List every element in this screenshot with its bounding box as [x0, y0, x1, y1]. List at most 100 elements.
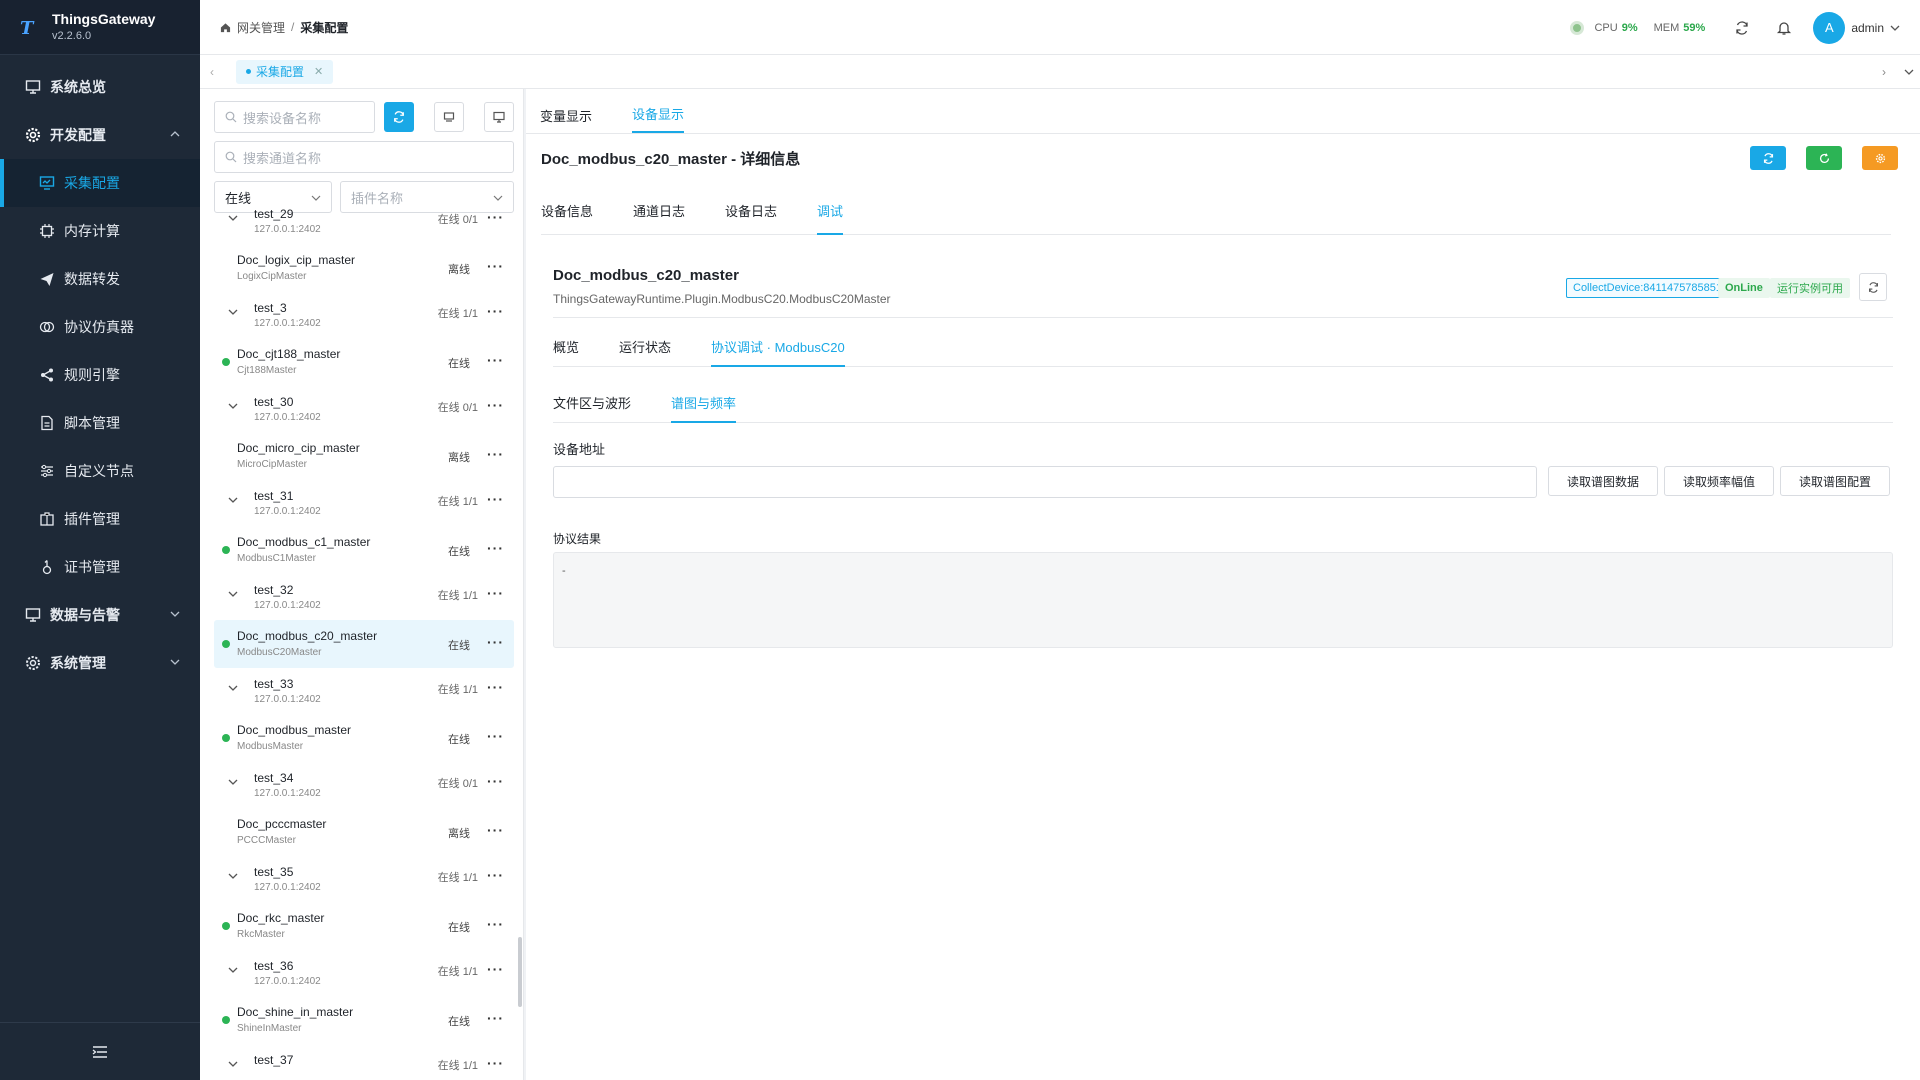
- sidebar-item-rule-engine[interactable]: 规则引擎: [0, 351, 200, 399]
- sidebar-item-simulator[interactable]: 协议仿真器: [0, 303, 200, 351]
- breadcrumb-item[interactable]: 网关管理: [237, 19, 285, 36]
- more-icon[interactable]: ···: [487, 352, 504, 368]
- tree-group[interactable]: test_31 127.0.0.1:2402 在线 1/1 ···: [214, 480, 514, 526]
- tree-device-item[interactable]: Doc_modbus_master ModbusMaster 在线 ···: [214, 714, 514, 762]
- chevron-down-icon[interactable]: [228, 965, 238, 975]
- chevron-down-icon[interactable]: [228, 871, 238, 881]
- device-item-plugin: RkcMaster: [237, 929, 285, 940]
- sidebar-collapse-button[interactable]: [0, 1022, 200, 1080]
- chevron-down-icon[interactable]: [228, 495, 238, 505]
- refresh-icon[interactable]: [1733, 19, 1751, 37]
- tree-scrollbar[interactable]: [518, 937, 522, 1007]
- tree-device-item[interactable]: Doc_modbus_c20_master ModbusC20Master 在线 ··…: [214, 620, 514, 668]
- more-icon[interactable]: ···: [487, 728, 504, 744]
- more-icon[interactable]: ···: [487, 397, 504, 413]
- tab-run-status[interactable]: 运行状态: [619, 337, 671, 367]
- chevron-down-icon[interactable]: [228, 683, 238, 693]
- chevron-down-icon[interactable]: [228, 307, 238, 317]
- user-name[interactable]: admin: [1851, 21, 1884, 35]
- restart-button[interactable]: [1806, 146, 1842, 170]
- settings-button[interactable]: [1862, 146, 1898, 170]
- more-icon[interactable]: ···: [487, 679, 504, 695]
- more-icon[interactable]: ···: [487, 446, 504, 462]
- tab-overview[interactable]: 概览: [553, 337, 579, 367]
- sidebar-item-memory-compute[interactable]: 内存计算: [0, 207, 200, 255]
- tab-protocol-debug[interactable]: 协议调试 · ModbusC20: [711, 337, 845, 367]
- sidebar-item-certificate[interactable]: 证书管理: [0, 543, 200, 591]
- tree-group[interactable]: test_35 127.0.0.1:2402 在线 1/1 ···: [214, 856, 514, 902]
- chevron-right-icon[interactable]: ›: [1882, 65, 1886, 79]
- tree-device-item[interactable]: Doc_shine_in_master ShineInMaster 在线 ···: [214, 996, 514, 1044]
- tree-group[interactable]: test_37 在线 1/1 ···: [214, 1044, 514, 1080]
- tree-group[interactable]: test_29 127.0.0.1:2402 在线 0/1 ···: [214, 198, 514, 244]
- chevron-down-icon[interactable]: [228, 401, 238, 411]
- read-config-button[interactable]: 读取谱图配置: [1780, 466, 1890, 496]
- clear-button[interactable]: [434, 102, 464, 132]
- reload-button[interactable]: [1859, 273, 1887, 301]
- chevron-down-icon[interactable]: [228, 1059, 238, 1069]
- tab-debug[interactable]: 调试: [817, 201, 844, 235]
- tree-device-item[interactable]: Doc_pcccmaster PCCCMaster 离线 ···: [214, 808, 514, 856]
- device-address-input[interactable]: [553, 466, 1537, 498]
- more-icon[interactable]: ···: [487, 1055, 504, 1071]
- more-icon[interactable]: ···: [487, 540, 504, 556]
- sidebar-item-system[interactable]: 系统管理: [0, 639, 200, 687]
- more-icon[interactable]: ···: [487, 634, 504, 650]
- tree-group[interactable]: test_34 127.0.0.1:2402 在线 0/1 ···: [214, 762, 514, 808]
- search-device-input[interactable]: 搜索设备名称: [214, 101, 375, 133]
- tree-device-item[interactable]: Doc_modbus_c1_master ModbusC1Master 在线 ···: [214, 526, 514, 574]
- chevron-left-icon[interactable]: ‹: [200, 65, 224, 79]
- tree-group[interactable]: test_33 127.0.0.1:2402 在线 1/1 ···: [214, 668, 514, 714]
- close-icon[interactable]: ✕: [314, 65, 323, 78]
- tree-device-item[interactable]: Doc_micro_cip_master MicroCipMaster 离线 ···: [214, 432, 514, 480]
- tab-variable-view[interactable]: 变量显示: [540, 106, 592, 133]
- more-icon[interactable]: ···: [487, 258, 504, 274]
- chevron-down-icon[interactable]: [228, 589, 238, 599]
- more-icon[interactable]: ···: [487, 303, 504, 319]
- refresh-tree-button[interactable]: [384, 102, 414, 132]
- bell-icon[interactable]: [1775, 19, 1793, 37]
- chevron-down-icon[interactable]: [1890, 23, 1900, 33]
- tree-device-item[interactable]: Doc_logix_cip_master LogixCipMaster 离线 ···: [214, 244, 514, 292]
- page-tab-collect[interactable]: 采集配置 ✕: [236, 59, 334, 84]
- read-spectrum-button[interactable]: 读取谱图数据: [1548, 466, 1658, 496]
- tree-device-item[interactable]: Doc_cjt188_master Cjt188Master 在线 ···: [214, 338, 514, 386]
- sidebar-item-data-alarm[interactable]: 数据与告警: [0, 591, 200, 639]
- sidebar-item-custom-node[interactable]: 自定义节点: [0, 447, 200, 495]
- tree-group[interactable]: test_3 127.0.0.1:2402 在线 1/1 ···: [214, 292, 514, 338]
- avatar[interactable]: A: [1813, 11, 1846, 44]
- sidebar-item-collect-config[interactable]: 采集配置: [0, 159, 200, 207]
- more-icon[interactable]: ···: [487, 822, 504, 838]
- display-button[interactable]: [484, 102, 514, 132]
- refresh-button[interactable]: [1750, 146, 1786, 170]
- more-icon[interactable]: ···: [487, 961, 504, 977]
- tree-group[interactable]: test_30 127.0.0.1:2402 在线 0/1 ···: [214, 386, 514, 432]
- tab-device-info[interactable]: 设备信息: [541, 201, 593, 235]
- sidebar-item-dev-config[interactable]: 开发配置: [0, 111, 200, 159]
- tree-group[interactable]: test_32 127.0.0.1:2402 在线 1/1 ···: [214, 574, 514, 620]
- tab-device-view[interactable]: 设备显示: [632, 104, 685, 133]
- chevron-down-icon[interactable]: [1904, 67, 1914, 77]
- search-channel-input[interactable]: 搜索通道名称: [214, 141, 514, 173]
- sidebar-item-data-forward[interactable]: 数据转发: [0, 255, 200, 303]
- read-frequency-button[interactable]: 读取频率幅值: [1664, 466, 1774, 496]
- chevron-down-icon[interactable]: [228, 777, 238, 787]
- tab-channel-log[interactable]: 通道日志: [633, 201, 685, 235]
- more-icon[interactable]: ···: [487, 491, 504, 507]
- chevron-down-icon[interactable]: [228, 213, 238, 223]
- brand[interactable]: T ThingsGateway v2.2.6.0: [0, 0, 200, 55]
- sidebar-item-overview[interactable]: 系统总览: [0, 63, 200, 111]
- more-icon[interactable]: ···: [487, 867, 504, 883]
- more-icon[interactable]: ···: [487, 1010, 504, 1026]
- tab-device-log[interactable]: 设备日志: [725, 201, 777, 235]
- tree-group[interactable]: test_36 127.0.0.1:2402 在线 1/1 ···: [214, 950, 514, 996]
- tree-device-item[interactable]: Doc_rkc_master RkcMaster 在线 ···: [214, 902, 514, 950]
- tab-file-waveform[interactable]: 文件区与波形: [553, 393, 631, 423]
- sidebar-item-script[interactable]: 脚本管理: [0, 399, 200, 447]
- sidebar-item-plugin[interactable]: 插件管理: [0, 495, 200, 543]
- more-icon[interactable]: ···: [487, 585, 504, 601]
- tab-spectrum-frequency[interactable]: 谱图与频率: [671, 393, 737, 423]
- more-icon[interactable]: ···: [487, 209, 504, 225]
- more-icon[interactable]: ···: [487, 773, 504, 789]
- more-icon[interactable]: ···: [487, 916, 504, 932]
